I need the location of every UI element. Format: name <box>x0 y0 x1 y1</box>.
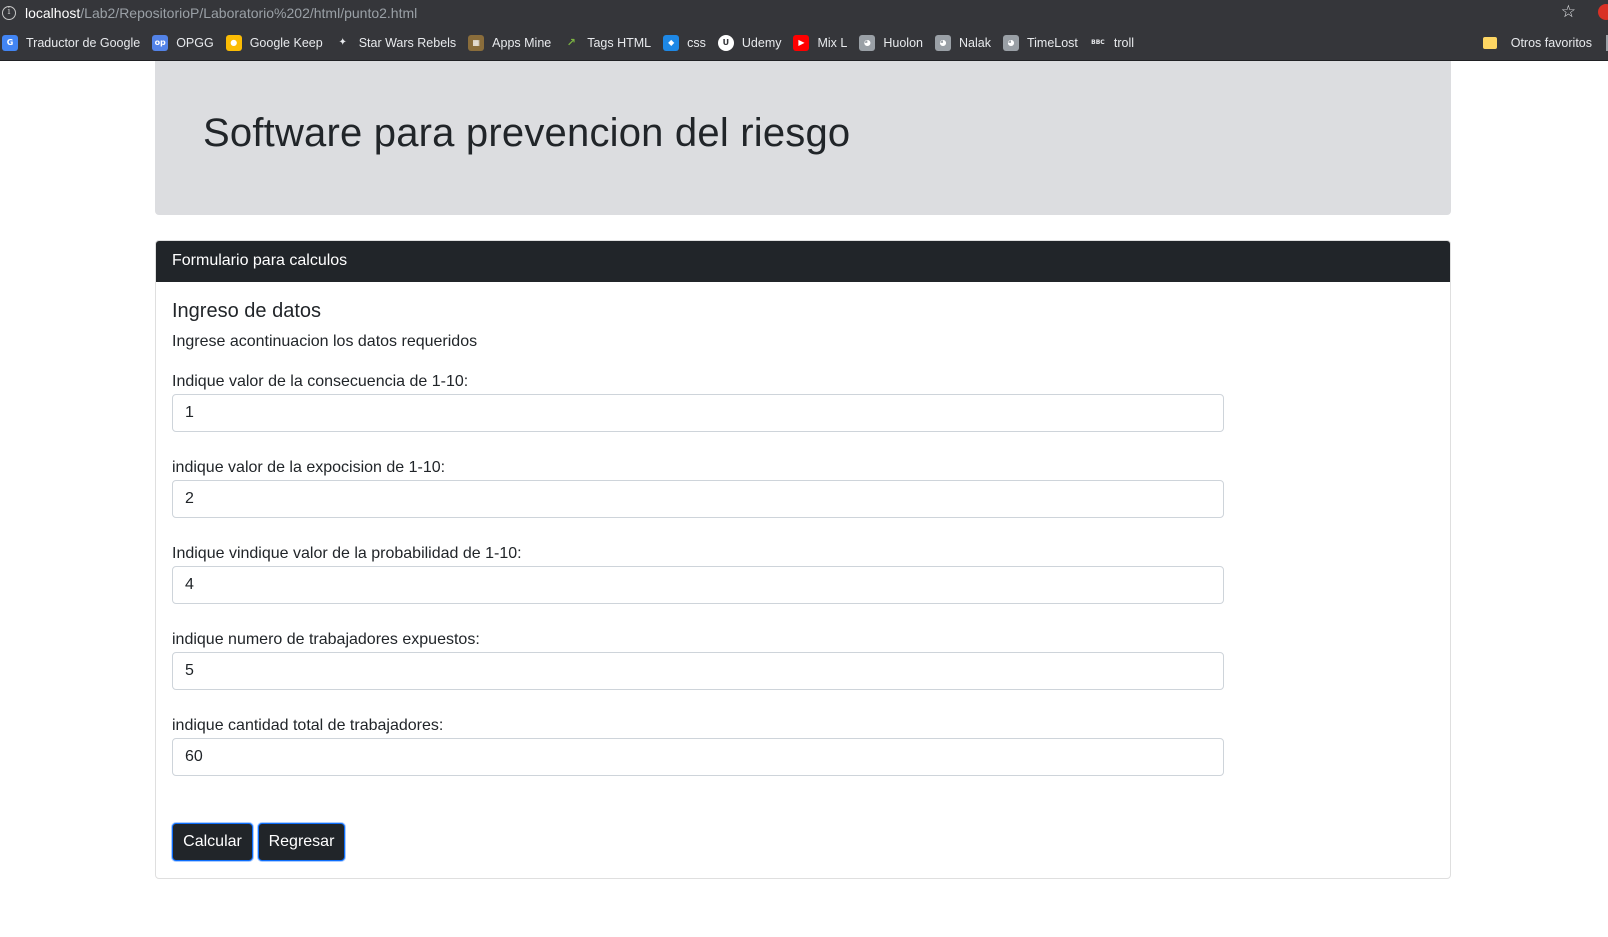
bookmark-label: Star Wars Rebels <box>358 35 457 50</box>
google-keep-icon: ● <box>225 34 242 51</box>
bookmark-troll[interactable]: BBC troll <box>1088 30 1140 56</box>
bookmark-mix-l[interactable]: ▶ Mix L <box>791 30 853 56</box>
card-title: Ingreso de datos <box>172 300 321 322</box>
field-label: indique numero de trabajadores expuestos… <box>172 631 480 648</box>
site-info-icon[interactable]: i <box>2 5 16 20</box>
other-bookmarks-label: Otros favoritos <box>1510 36 1592 50</box>
bookmark-label: Traductor de Google <box>26 35 141 50</box>
bookmark-huolon[interactable]: ◕ Huolon <box>857 30 929 56</box>
bookmark-label: css <box>687 35 706 50</box>
total-trabajadores-input[interactable]: 60 <box>172 738 1224 776</box>
field-label: Indique valor de la consecuencia de 1-10… <box>172 373 469 390</box>
extension-icon[interactable] <box>1598 4 1608 20</box>
calcular-button[interactable]: Calcular <box>172 823 253 861</box>
css-icon: ◆ <box>663 34 680 51</box>
field-label: Indique vindique valor de la probabilida… <box>172 545 522 562</box>
star-wars-icon: ✦ <box>338 37 347 48</box>
bookmark-label: Tags HTML <box>587 35 652 50</box>
bookmark-label: TimeLost <box>1026 35 1078 50</box>
bookmark-star-wars[interactable]: ✦ Star Wars Rebels <box>333 30 462 56</box>
probabilidad-input[interactable]: 4 <box>172 566 1224 604</box>
bookmark-timelost[interactable]: ◕ TimeLost <box>1001 30 1084 56</box>
bookmark-apps-mine[interactable]: ▦ Apps Mine <box>466 30 557 56</box>
bookmark-label: Nalak <box>958 35 991 50</box>
bookmark-label: Udemy <box>741 35 782 50</box>
expocision-input[interactable]: 2 <box>172 480 1224 518</box>
field-trabajadores-expuestos: indique numero de trabajadores expuestos… <box>172 628 1224 690</box>
field-total-trabajadores: indique cantidad total de trabajadores: … <box>172 714 1224 776</box>
other-bookmarks[interactable]: Otros favoritos <box>1482 30 1592 56</box>
cat-icon: ◕ <box>934 34 951 51</box>
bookmark-tags-html[interactable]: ↗ Tags HTML <box>561 30 657 56</box>
bookmark-label: troll <box>1113 35 1135 50</box>
regresar-button[interactable]: Regresar <box>258 823 345 861</box>
field-consecuencia: Indique valor de la consecuencia de 1-10… <box>172 370 1224 432</box>
bookmarks-bar: G Traductor de Google op OPGG ● Google Keep… <box>0 25 1608 61</box>
trabajadores-expuestos-input[interactable]: 5 <box>172 652 1224 690</box>
bookmark-google-keep[interactable]: ● Google Keep <box>224 30 329 56</box>
opgg-icon: op <box>152 34 169 51</box>
apps-mine-icon: ▦ <box>468 34 485 51</box>
field-probabilidad: Indique vindique valor de la probabilida… <box>172 542 1224 604</box>
card-text: Ingrese acontinuacion los datos requerid… <box>172 333 478 350</box>
bookmark-label: Google Keep <box>249 35 323 50</box>
folder-icon <box>1482 37 1497 49</box>
bookmark-star-icon[interactable]: ☆ <box>1561 2 1576 22</box>
page-title: Software para prevencion del riesgo <box>203 111 851 155</box>
cat-icon: ◕ <box>1002 34 1019 51</box>
field-expocision: indique valor de la expocision de 1-10: … <box>172 456 1224 518</box>
bookmark-css[interactable]: ◆ css <box>661 30 712 56</box>
bookmark-traductor[interactable]: G Traductor de Google <box>0 30 146 56</box>
field-label: indique cantidad total de trabajadores: <box>172 717 444 734</box>
jumbotron: Software para prevencion del riesgo <box>155 61 1451 215</box>
bookmark-label: Mix L <box>817 35 848 50</box>
bookmark-label: OPGG <box>176 35 214 50</box>
chart-icon: ↗ <box>566 36 576 49</box>
google-translate-icon: G <box>2 34 18 51</box>
form-card: Formulario para calculos Ingreso de dato… <box>155 240 1451 879</box>
address-bar[interactable]: i localhost/Lab2/RepositorioP/Laboratori… <box>0 0 1608 25</box>
url-path: /Lab2/RepositorioP/Laboratorio%202/html/… <box>80 4 418 21</box>
url-host: localhost <box>25 4 81 21</box>
card-header: Formulario para calculos <box>156 241 1450 282</box>
url-text[interactable]: localhost/Lab2/RepositorioP/Laboratorio%… <box>25 5 417 21</box>
bookmark-udemy[interactable]: U Udemy <box>716 30 788 56</box>
bookmark-label: Huolon <box>883 35 923 50</box>
bookmark-opgg[interactable]: op OPGG <box>150 30 220 56</box>
udemy-icon: U <box>717 34 734 51</box>
bookmark-nalak[interactable]: ◕ Nalak <box>933 30 997 56</box>
cat-icon: ◕ <box>859 34 876 51</box>
bbc-icon: BBC <box>1091 39 1105 46</box>
field-label: indique valor de la expocision de 1-10: <box>172 459 446 476</box>
bookmark-label: Apps Mine <box>492 35 552 50</box>
youtube-icon: ▶ <box>793 34 810 51</box>
consecuencia-input[interactable]: 1 <box>172 394 1224 432</box>
